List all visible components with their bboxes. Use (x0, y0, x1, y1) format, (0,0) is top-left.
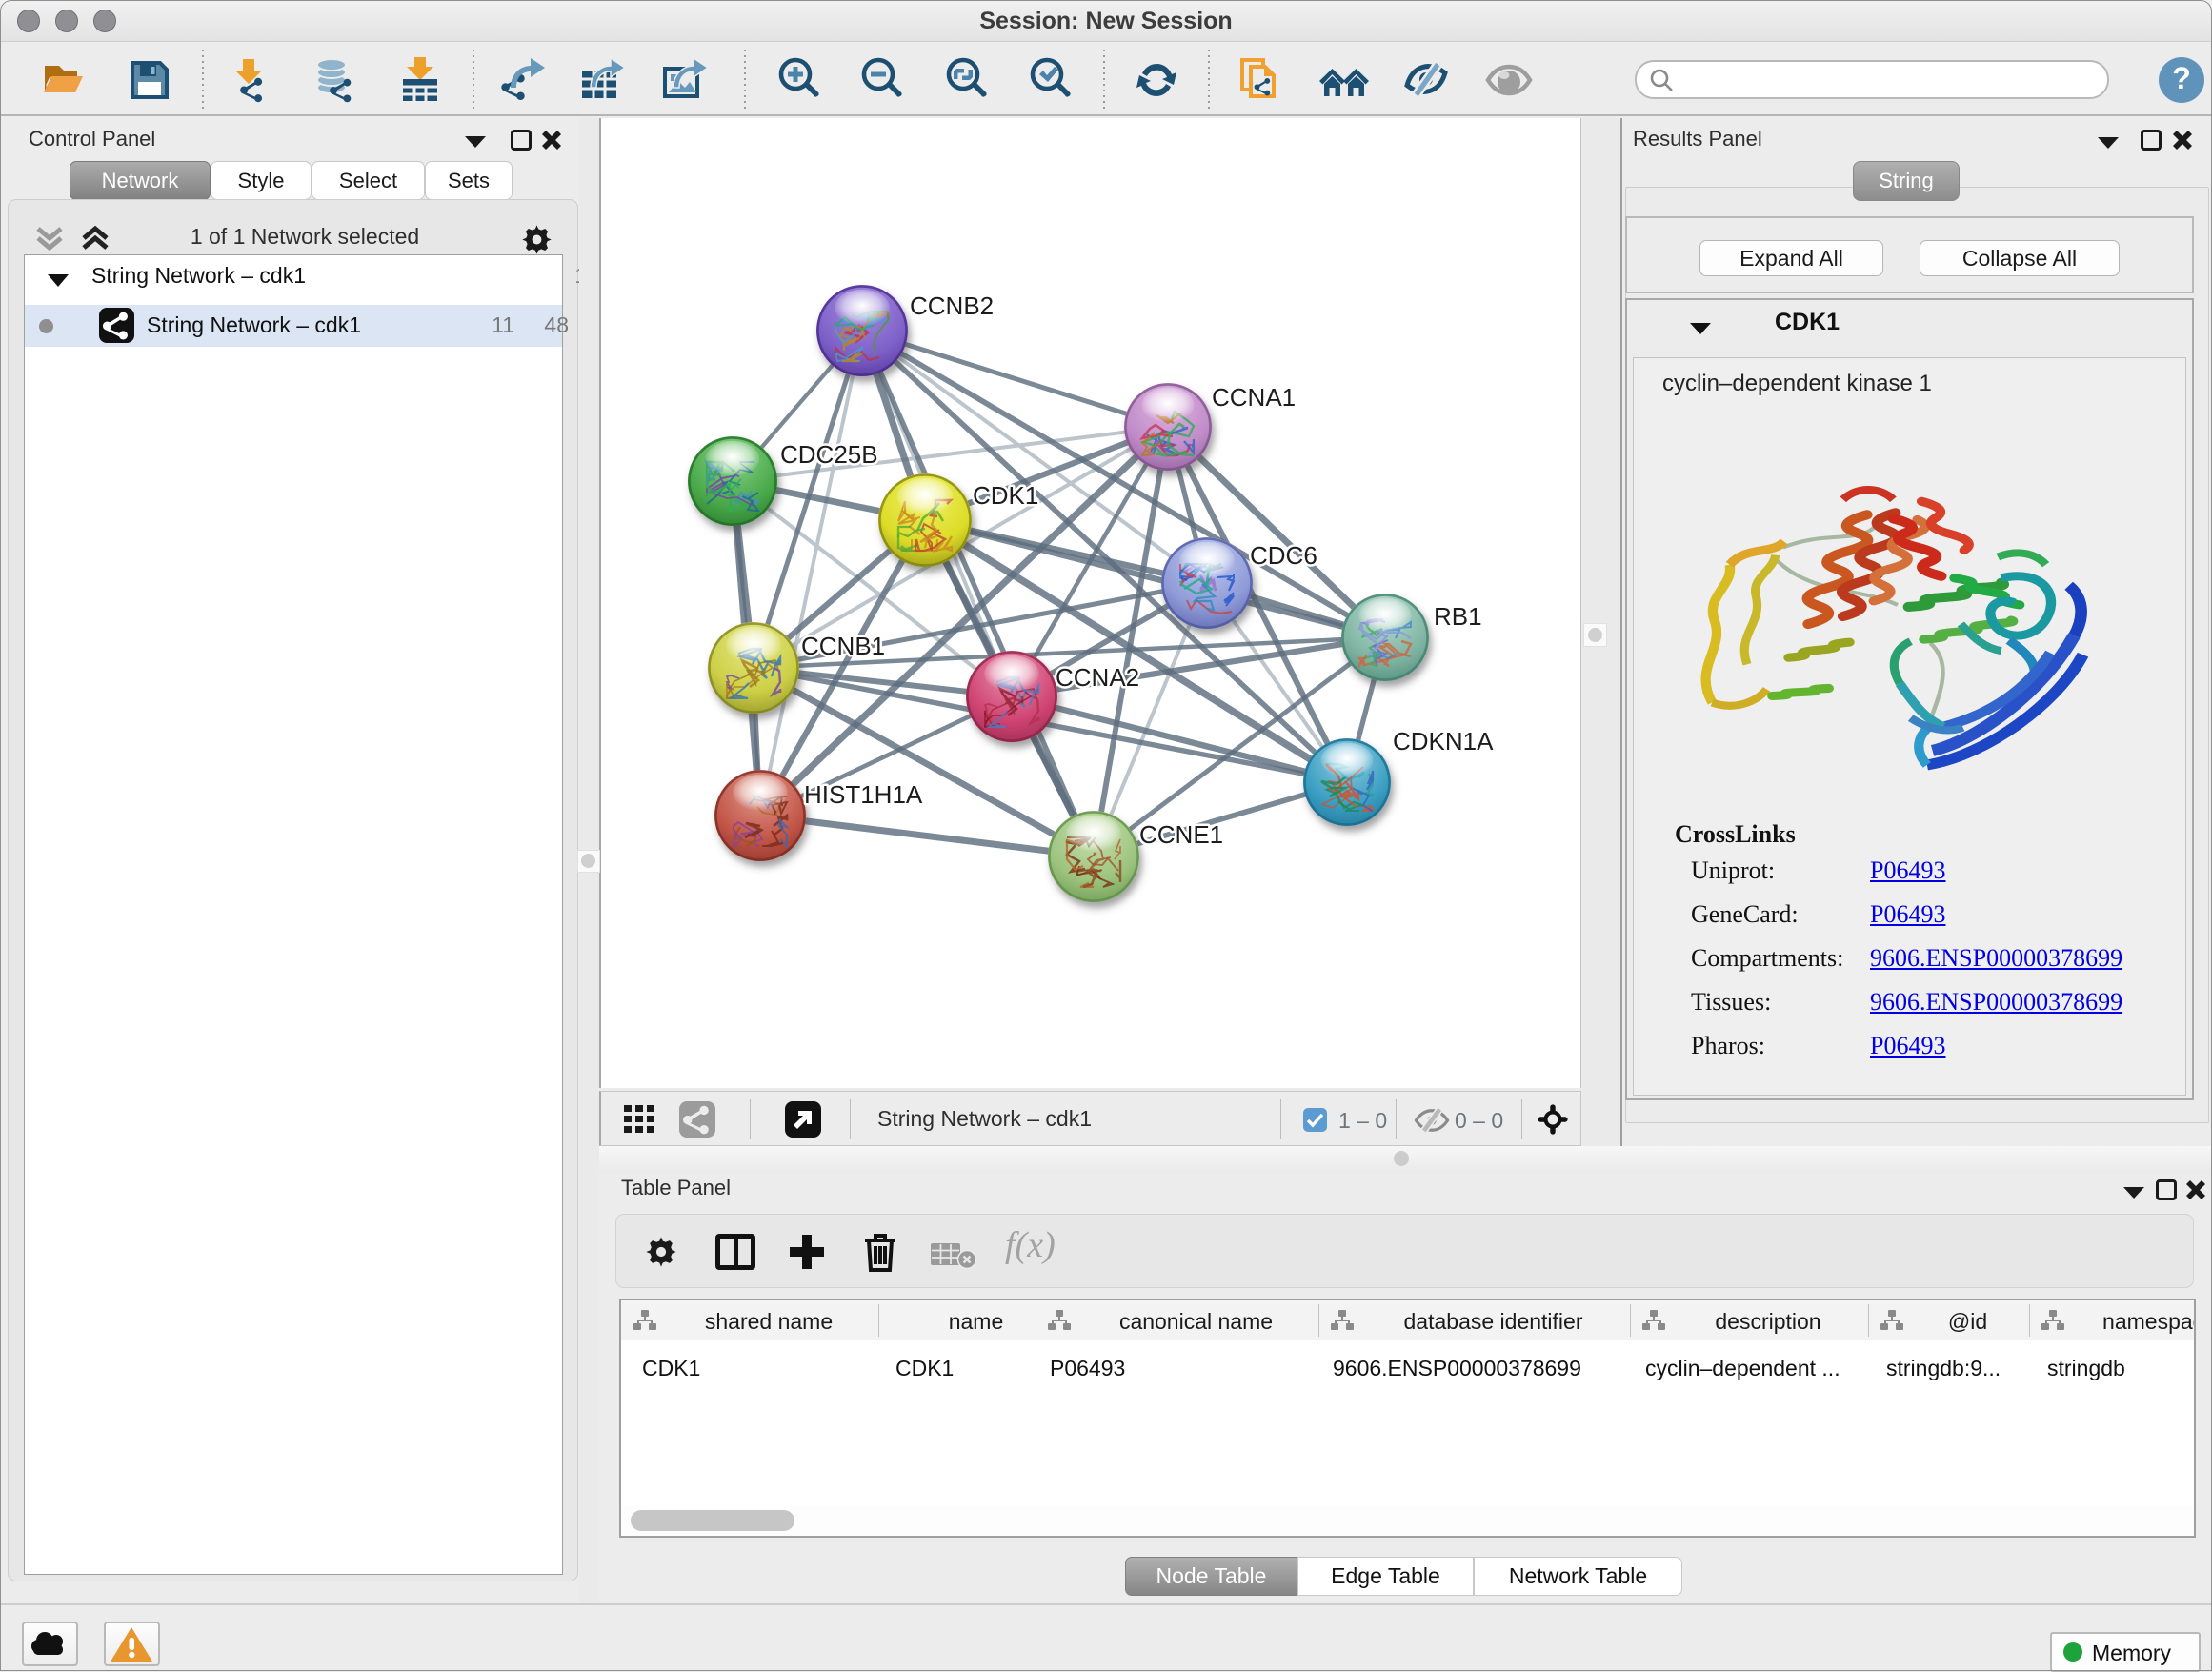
svg-text:CDKN1A: CDKN1A (1393, 727, 1494, 755)
svg-text:CDC6: CDC6 (1250, 541, 1317, 570)
svg-text:CCNB2: CCNB2 (910, 292, 994, 320)
svg-text:CCNE1: CCNE1 (1139, 820, 1223, 849)
svg-text:CCNA1: CCNA1 (1212, 383, 1296, 412)
svg-text:CDK1: CDK1 (973, 481, 1038, 510)
svg-text:RB1: RB1 (1434, 602, 1482, 631)
svg-text:HIST1H1A: HIST1H1A (804, 780, 923, 809)
svg-text:CCNB1: CCNB1 (801, 632, 885, 660)
svg-text:CCNA2: CCNA2 (1056, 663, 1139, 692)
svg-text:CDC25B: CDC25B (780, 440, 878, 469)
